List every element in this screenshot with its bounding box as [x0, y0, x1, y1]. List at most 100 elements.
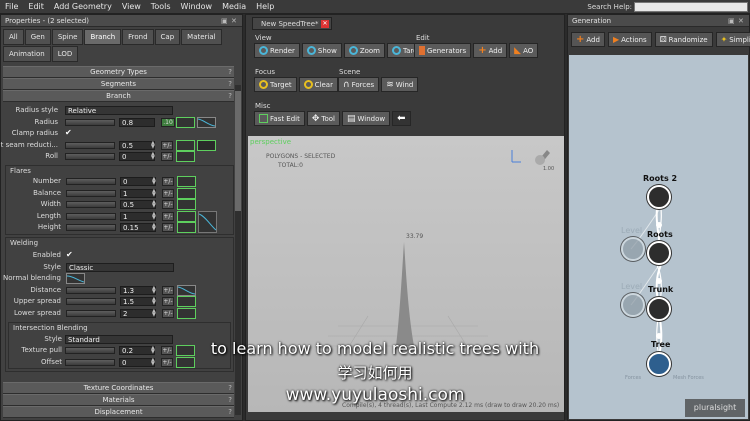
menu-add-geometry[interactable]: Add Geometry — [49, 0, 117, 14]
plus-minus-button[interactable]: +/- — [162, 211, 174, 221]
plus-minus-button[interactable]: +/- — [162, 285, 174, 295]
distance-value[interactable]: 1.3 — [120, 285, 156, 295]
plus-minus-button[interactable]: +/- — [162, 200, 174, 210]
radius-curve-profile[interactable] — [197, 116, 216, 128]
plus-minus-button[interactable]: +/- — [162, 176, 174, 186]
close-icon[interactable]: ✕ — [738, 17, 746, 25]
width-slider[interactable] — [66, 201, 116, 209]
document-tab[interactable]: New SpeedTree* ✕ — [252, 17, 332, 30]
balance-value[interactable]: 1 — [120, 188, 156, 198]
height-curve[interactable] — [177, 222, 196, 234]
tab-branch[interactable]: Branch — [84, 29, 122, 45]
menu-window[interactable]: Window — [176, 0, 218, 14]
spin-arrows-icon[interactable]: ▲ ▼ — [152, 211, 156, 220]
spin-arrows-icon[interactable]: ▲ ▼ — [151, 152, 155, 161]
ghost-level-node[interactable] — [621, 237, 645, 261]
upper-spread-value[interactable]: 1.5 — [120, 297, 156, 307]
length-slider[interactable] — [66, 212, 116, 220]
upper-spread-slider[interactable] — [66, 298, 116, 306]
light-seam-curve[interactable] — [176, 139, 195, 151]
light-seam-curve-2[interactable] — [197, 139, 216, 151]
upper-spread-curve[interactable] — [177, 296, 196, 308]
render-button[interactable]: Render — [254, 43, 300, 58]
distance-slider[interactable] — [66, 286, 116, 294]
actions-button[interactable]: ▶ Actions — [607, 32, 652, 47]
help-icon[interactable]: ? — [228, 67, 232, 78]
search-help-input[interactable] — [634, 2, 748, 12]
plus-minus-button[interactable]: +/- — [162, 297, 174, 307]
menu-edit[interactable]: Edit — [23, 0, 49, 14]
lower-spread-value[interactable]: 2 — [120, 308, 156, 318]
roots-node[interactable] — [647, 241, 671, 265]
height-slider[interactable] — [66, 224, 116, 232]
tool-button[interactable]: ✥ Tool — [306, 111, 341, 126]
section-branch[interactable]: Branch? — [3, 90, 234, 102]
normal-blending-curve[interactable] — [66, 273, 85, 285]
distance-curve[interactable] — [177, 284, 196, 296]
number-value[interactable]: 0 — [120, 176, 156, 186]
help-icon[interactable]: ? — [228, 91, 232, 102]
spin-arrows-icon[interactable]: ▲ ▼ — [152, 297, 156, 306]
spin-arrows-icon[interactable]: ▲ ▼ — [152, 200, 156, 209]
menu-media[interactable]: Media — [217, 0, 251, 14]
section-segments[interactable]: Segments? — [3, 78, 234, 90]
section-geometry-types[interactable]: Geometry Types? — [3, 66, 234, 78]
tab-lod[interactable]: LOD — [51, 46, 79, 62]
float-icon[interactable]: ▣ — [221, 17, 229, 25]
add-button[interactable]: + Add — [473, 43, 508, 58]
welding-enabled-checkbox[interactable]: ✔ — [66, 250, 73, 259]
menu-file[interactable]: File — [0, 0, 23, 14]
tab-cap[interactable]: Cap — [154, 29, 181, 45]
show-button[interactable]: Show — [301, 43, 342, 58]
roots2-node[interactable] — [647, 185, 671, 209]
trunk-node[interactable] — [647, 297, 671, 321]
spin-arrows-icon[interactable]: ▲ ▼ — [152, 285, 156, 294]
plus-minus-button[interactable]: +/- — [161, 152, 173, 162]
spin-arrows-icon[interactable]: ▲ ▼ — [152, 176, 156, 185]
float-icon[interactable]: ▣ — [728, 17, 736, 25]
radius-extra[interactable]: .10 — [161, 117, 175, 127]
light-bulb-icon[interactable] — [533, 146, 553, 166]
tab-spine[interactable]: Spine — [51, 29, 84, 45]
length-curve[interactable] — [177, 210, 196, 222]
tab-gen[interactable]: Gen — [24, 29, 51, 45]
length-value[interactable]: 1 — [120, 211, 156, 221]
radius-slider[interactable] — [65, 118, 115, 126]
width-value[interactable]: 0.5 — [120, 200, 156, 210]
tab-animation[interactable]: Animation — [3, 46, 51, 62]
roll-value[interactable]: 0 — [119, 152, 155, 162]
menu-view[interactable]: View — [117, 0, 146, 14]
balance-slider[interactable] — [66, 189, 116, 197]
add-node-button[interactable]: + Add — [571, 32, 605, 47]
focus-clear-button[interactable]: Clear — [298, 77, 338, 92]
plus-minus-button[interactable]: +/- — [162, 188, 174, 198]
roll-curve[interactable] — [176, 151, 195, 163]
ao-button[interactable]: ◣ AO — [509, 43, 539, 58]
light-seam-slider[interactable] — [65, 141, 115, 149]
spin-arrows-icon[interactable]: ▲ ▼ — [152, 223, 156, 232]
ghost-level-node[interactable] — [621, 293, 645, 317]
zoom-button[interactable]: Zoom — [343, 43, 385, 58]
randomize-button[interactable]: ⚄ Randomize — [654, 32, 713, 47]
close-icon[interactable]: ✕ — [231, 17, 239, 25]
close-tab-icon[interactable]: ✕ — [321, 20, 329, 28]
spin-arrows-icon[interactable]: ▲ ▼ — [152, 188, 156, 197]
radius-curve[interactable] — [176, 116, 195, 128]
tab-frond[interactable]: Frond — [122, 29, 154, 45]
radius-value[interactable]: 0.8 — [119, 117, 155, 127]
width-curve[interactable] — [177, 199, 196, 211]
number-curve[interactable] — [177, 175, 196, 187]
roll-slider[interactable] — [65, 153, 115, 161]
window-button[interactable]: ▤ Window — [342, 111, 391, 126]
welding-style-dropdown[interactable]: Classic — [66, 262, 174, 272]
radius-style-dropdown[interactable]: Relative — [65, 106, 173, 115]
menu-help[interactable]: Help — [251, 0, 279, 14]
lower-spread-curve[interactable] — [177, 307, 196, 319]
focus-target-button[interactable]: Target — [254, 77, 297, 92]
tab-all[interactable]: All — [3, 29, 24, 45]
generators-button[interactable]: Generators — [414, 43, 472, 58]
height-value[interactable]: 0.15 — [120, 223, 156, 233]
number-slider[interactable] — [66, 177, 116, 185]
light-seam-value[interactable]: 0.5 — [119, 140, 155, 150]
spin-arrows-icon[interactable]: ▲ ▼ — [151, 140, 155, 149]
